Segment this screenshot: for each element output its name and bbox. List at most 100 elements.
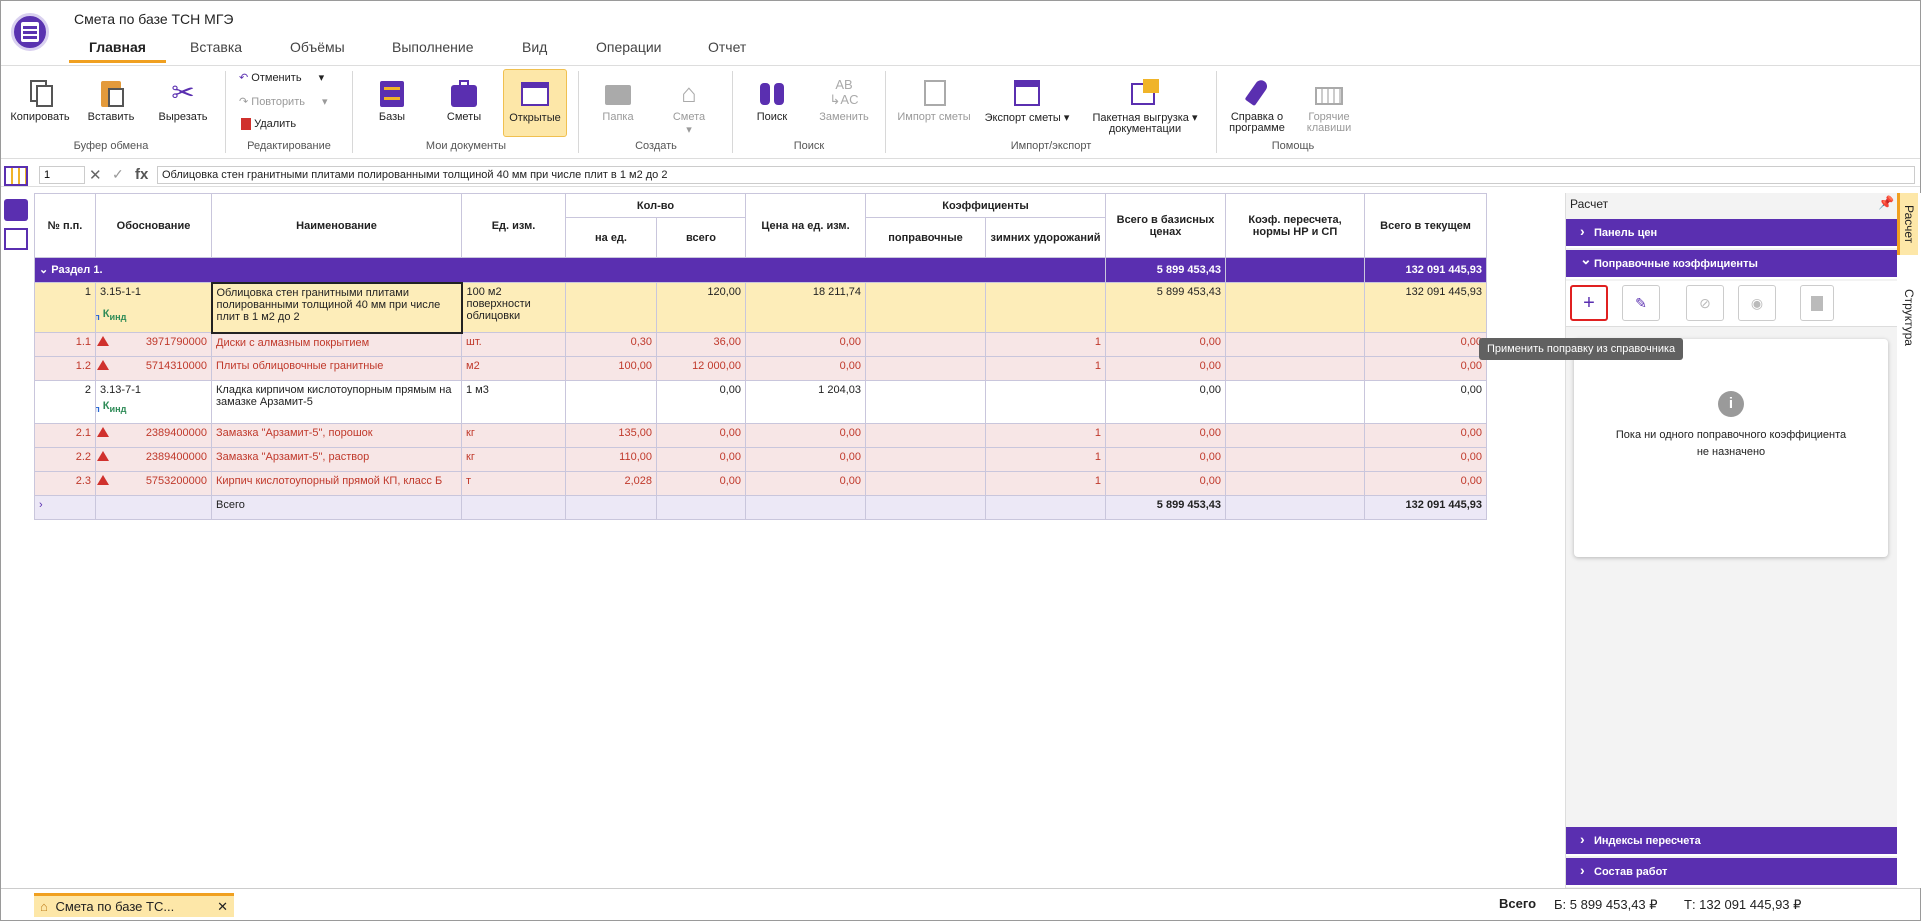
col-qty-total[interactable]: всего xyxy=(656,217,746,258)
copy-button[interactable]: Копировать xyxy=(9,77,71,123)
estimates-button[interactable]: Сметы xyxy=(441,77,487,123)
col-unit[interactable]: Ед. изм. xyxy=(461,193,566,258)
status-bar: ⌂ Смета по базе ТС... ✕ Всего Б: 5 899 4… xyxy=(1,888,1920,920)
export-button[interactable]: Экспорт сметы ▾ xyxy=(979,77,1075,124)
group-docs-label: Мои документы xyxy=(425,140,507,152)
table-row[interactable]: 2.1 2389400000 Замазка "Арзамит-5", поро… xyxy=(34,423,1488,448)
folder-button[interactable]: Папка xyxy=(593,77,643,123)
col-coef-winter[interactable]: зимних удорожаний xyxy=(984,217,1107,258)
group-edit-label: Редактирование xyxy=(247,140,331,152)
table-row[interactable]: 2 3.13-7-1› › Кп Кинд Кладка кирпичом ки… xyxy=(34,380,1488,424)
table-row[interactable]: 1.1 3971790000 Диски с алмазным покрытие… xyxy=(34,332,1488,357)
cut-button[interactable]: ✂ Вырезать xyxy=(154,77,212,123)
warning-icon xyxy=(97,360,109,370)
chevron-right-icon[interactable]: › xyxy=(39,499,43,511)
cancel-icon[interactable]: ✕ xyxy=(89,166,102,184)
panel-works-header[interactable]: Состав работ xyxy=(1566,858,1898,887)
col-base-total[interactable]: Всего в базисных ценах xyxy=(1105,193,1227,258)
name-cell-selected[interactable]: Облицовка стен гранитными плитами полиро… xyxy=(210,281,463,334)
col-cur-total[interactable]: Всего в текущем xyxy=(1364,193,1488,258)
col-coef[interactable]: Коэффициенты xyxy=(864,193,1107,218)
about-button[interactable]: Справка о программе xyxy=(1223,77,1291,134)
table-row[interactable]: 1.2 5714310000 Плиты облицовочные гранит… xyxy=(34,356,1488,381)
chevron-down-icon[interactable]: ⌄ xyxy=(39,264,48,276)
edit-correction-button[interactable]: ✎ xyxy=(1622,285,1660,321)
tab-volumes[interactable]: Объёмы xyxy=(290,39,345,63)
panel-prices-header[interactable]: Панель цен xyxy=(1566,219,1898,248)
estimate-grid: № п.п. Обоснование Наименование Ед. изм.… xyxy=(33,193,1488,520)
col-recalc[interactable]: Коэф. пересчета, нормы НР и СП xyxy=(1225,193,1366,258)
delete-correction-button[interactable] xyxy=(1800,285,1834,321)
import-button[interactable]: Импорт сметы xyxy=(894,77,974,123)
briefcase-icon xyxy=(448,77,480,109)
group-search-label: Поиск xyxy=(793,140,825,152)
tab-insert[interactable]: Вставка xyxy=(190,39,242,63)
doc-tab[interactable]: ⌂ Смета по базе ТС... ✕ xyxy=(34,893,234,917)
batch-export-button[interactable]: Пакетная выгрузка ▾ документации xyxy=(1086,77,1204,135)
trash-icon xyxy=(1811,295,1823,311)
show-button[interactable]: ◉ xyxy=(1738,285,1776,321)
kp-badge[interactable]: Кп xyxy=(97,308,100,322)
side-tabs: Расчет Структура xyxy=(1897,193,1921,888)
estimate-nav-icon[interactable] xyxy=(4,199,28,221)
group-clipboard-label: Буфер обмена xyxy=(73,140,149,152)
col-basis[interactable]: Обоснование xyxy=(95,193,212,258)
kp-badge[interactable]: Кп xyxy=(97,400,100,414)
col-qty[interactable]: Кол-во xyxy=(565,193,746,218)
hide-button[interactable]: ⊘ xyxy=(1686,285,1724,321)
app-logo-icon[interactable] xyxy=(11,13,49,51)
building-icon: ⌂ xyxy=(681,78,697,108)
bases-button[interactable]: Базы xyxy=(371,77,413,123)
opened-nav-icon[interactable] xyxy=(4,228,28,250)
warning-icon xyxy=(97,427,109,437)
side-tab-calc[interactable]: Расчет xyxy=(1897,193,1918,256)
col-coef-corr[interactable]: поправочные xyxy=(865,217,986,258)
home-icon: ⌂ xyxy=(40,899,48,914)
col-name[interactable]: Наименование xyxy=(211,193,462,258)
group-io-label: Импорт/экспорт xyxy=(1010,140,1092,152)
panel-indexes-header[interactable]: Индексы пересчета xyxy=(1566,827,1898,856)
kind-badge[interactable]: Кинд xyxy=(103,308,127,322)
col-qty-unit[interactable]: на ед. xyxy=(565,217,657,258)
undo-button[interactable]: ↶ Отменить ▾ xyxy=(239,71,324,84)
folder-icon xyxy=(602,77,634,109)
tab-home[interactable]: Главная xyxy=(69,39,166,63)
redo-button[interactable]: ↷ Повторить ▾ xyxy=(239,95,328,108)
eye-off-icon: ⊘ xyxy=(1699,294,1711,311)
total-row[interactable]: › Всего 5 899 453,43 132 091 445,93 xyxy=(34,495,1488,520)
panel-corr-header[interactable]: Поправочные коэффициенты xyxy=(1566,250,1898,279)
eye-icon: ◉ xyxy=(1750,294,1764,311)
paste-button[interactable]: Вставить xyxy=(83,77,139,123)
replace-button[interactable]: AB ↳AC Заменить xyxy=(816,77,872,123)
rocket-icon xyxy=(1241,77,1273,109)
table-row[interactable]: 2.3 5753200000 Кирпич кислотоупорный пря… xyxy=(34,471,1488,496)
delete-button[interactable]: Удалить xyxy=(241,118,296,131)
tab-operations[interactable]: Операции xyxy=(596,39,662,63)
status-current-total: Т: 132 091 445,93 ₽ xyxy=(1684,897,1802,912)
pin-icon[interactable]: 📌 xyxy=(1878,195,1894,211)
estimate-button[interactable]: ⌂ Смета ▾ xyxy=(664,77,714,136)
cell-ref-input[interactable] xyxy=(39,166,85,184)
export-icon xyxy=(1011,77,1043,109)
tab-view[interactable]: Вид xyxy=(522,39,547,63)
col-price[interactable]: Цена на ед. изм. xyxy=(745,193,866,258)
tab-report[interactable]: Отчет xyxy=(708,39,746,63)
col-num[interactable]: № п.п. xyxy=(34,193,96,258)
opened-button[interactable]: Открытые xyxy=(503,69,567,137)
undo-icon: ↶ xyxy=(239,72,249,84)
search-button[interactable]: Поиск xyxy=(747,77,797,123)
table-row[interactable]: 1 3.15-1-1› › Кп Кинд Облицовка стен гра… xyxy=(34,281,1488,334)
table-row[interactable]: 2.2 2389400000 Замазка "Арзамит-5", раст… xyxy=(34,447,1488,472)
kind-badge[interactable]: Кинд xyxy=(103,400,127,414)
magic-wand-icon: ✎ xyxy=(1635,294,1647,311)
formula-input[interactable]: Облицовка стен гранитными плитами полиро… xyxy=(157,166,1915,184)
section-row[interactable]: ⌄ Раздел 1. 5 899 453,43 132 091 445,93 xyxy=(33,257,1488,283)
confirm-icon[interactable]: ✓ xyxy=(112,166,124,183)
tab-execution[interactable]: Выполнение xyxy=(392,39,473,63)
books-icon xyxy=(376,77,408,109)
hotkeys-button[interactable]: Горячие клавиши xyxy=(1301,77,1357,134)
close-icon[interactable]: ✕ xyxy=(217,899,228,915)
windows-icon xyxy=(519,78,551,110)
side-tab-structure[interactable]: Структура xyxy=(1900,281,1918,354)
add-correction-button[interactable]: + xyxy=(1570,285,1608,321)
